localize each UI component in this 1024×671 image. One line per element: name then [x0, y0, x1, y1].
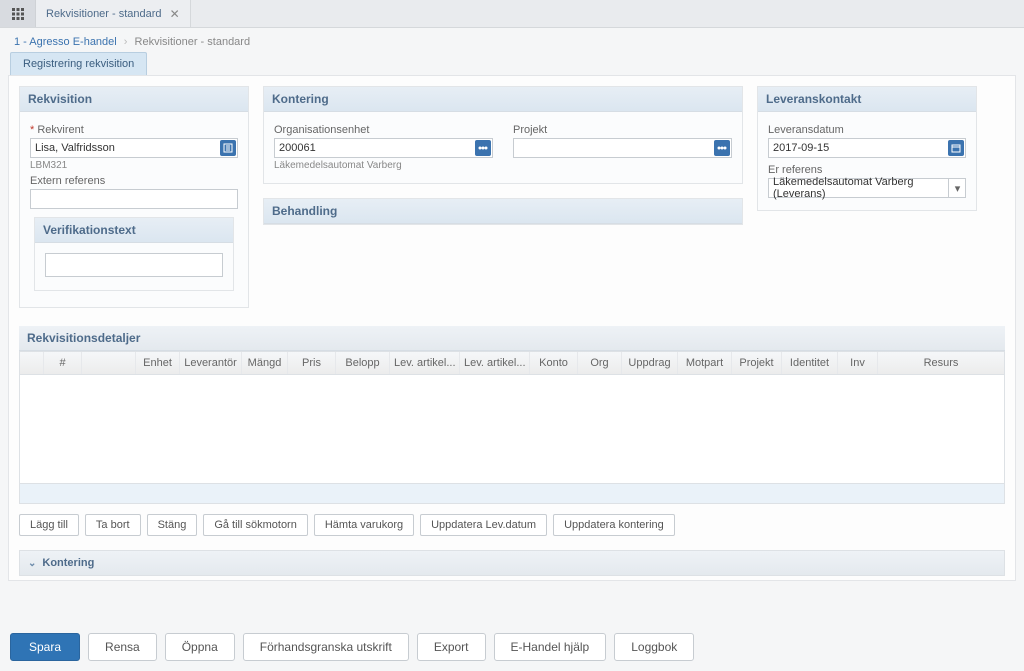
- panel-heading-kontering: Kontering: [264, 87, 742, 112]
- label-leveransdatum: Leveransdatum: [768, 124, 966, 136]
- app-menu-button[interactable]: [0, 0, 36, 27]
- row-actions: Lägg till Ta bort Stäng Gå till sökmotor…: [19, 514, 1005, 536]
- label-extern: Extern referens: [30, 175, 238, 187]
- close-button[interactable]: Stäng: [147, 514, 198, 536]
- col-resurs[interactable]: Resurs: [878, 352, 1004, 374]
- collapsible-kontering[interactable]: ⌄ Kontering: [19, 550, 1005, 576]
- col-konto[interactable]: Konto: [530, 352, 578, 374]
- open-button[interactable]: Öppna: [165, 633, 235, 661]
- chevron-down-icon: ⌄: [28, 558, 36, 569]
- column-middle: Kontering Organisationsenhet Läkemedels: [263, 86, 743, 225]
- help-button[interactable]: E-Handel hjälp: [494, 633, 607, 661]
- verif-textarea[interactable]: [45, 253, 223, 277]
- panel-leverans: Leveranskontakt Leveransdatum Er referen…: [757, 86, 977, 211]
- inner-tabs: Registrering rekvisition: [0, 52, 1024, 75]
- collapsible-label: Kontering: [42, 557, 94, 569]
- col-motpart[interactable]: Motpart: [678, 352, 732, 374]
- label-projekt: Projekt: [513, 124, 732, 136]
- cart-button[interactable]: Hämta varukorg: [314, 514, 414, 536]
- er-referens-select[interactable]: Läkemedelsautomat Varberg (Leverans): [768, 178, 966, 198]
- tab-registrering[interactable]: Registrering rekvisition: [10, 52, 147, 75]
- tab-rekvisitioner[interactable]: Rekvisitioner - standard ✕: [36, 0, 191, 27]
- panel-heading-details: Rekvisitionsdetaljer: [19, 326, 1005, 351]
- bottom-toolbar: Spara Rensa Öppna Förhandsgranska utskri…: [10, 633, 694, 661]
- col-projekt[interactable]: Projekt: [732, 352, 782, 374]
- col-identitet[interactable]: Identitet: [782, 352, 838, 374]
- grid-header: # Enhet Leverantör Mängd Pris Belopp Lev…: [20, 352, 1004, 375]
- add-button[interactable]: Lägg till: [19, 514, 79, 536]
- label-org: Organisationsenhet: [274, 124, 493, 136]
- panel-kontering: Kontering Organisationsenhet Läkemedels: [263, 86, 743, 184]
- panel-heading-verif: Verifikationstext: [35, 218, 233, 243]
- details-grid: # Enhet Leverantör Mängd Pris Belopp Lev…: [19, 351, 1005, 504]
- col-belopp[interactable]: Belopp: [336, 352, 390, 374]
- calendar-icon[interactable]: [948, 140, 964, 156]
- breadcrumb-sep: ›: [124, 36, 128, 48]
- col-mangd[interactable]: Mängd: [242, 352, 288, 374]
- lookup-icon[interactable]: [220, 140, 236, 156]
- leveransdatum-input[interactable]: [768, 138, 966, 158]
- panel-rekvisition: Rekvisition Rekvirent LBM321 Extern refe…: [19, 86, 249, 308]
- panel-heading-behandling: Behandling: [264, 199, 742, 224]
- grid-footer: [20, 483, 1004, 503]
- tab-title: Rekvisitioner - standard: [46, 8, 162, 20]
- panel-heading-rekvisition: Rekvisition: [20, 87, 248, 112]
- col-org[interactable]: Org: [578, 352, 622, 374]
- label-er-referens: Er referens: [768, 164, 966, 176]
- org-desc: Läkemedelsautomat Varberg: [274, 160, 493, 171]
- col-inv[interactable]: Inv: [838, 352, 878, 374]
- breadcrumb: 1 - Agresso E-handel › Rekvisitioner - s…: [0, 28, 1024, 52]
- panel-verifikationstext: Verifikationstext: [34, 217, 234, 291]
- org-input[interactable]: [274, 138, 493, 158]
- remove-button[interactable]: Ta bort: [85, 514, 141, 536]
- col-levart2[interactable]: Lev. artikel...: [460, 352, 530, 374]
- chevron-down-icon[interactable]: ▾: [948, 178, 966, 198]
- lookup-icon[interactable]: [714, 140, 730, 156]
- col-leverantor[interactable]: Leverantör: [180, 352, 242, 374]
- extern-input[interactable]: [30, 189, 238, 209]
- search-button[interactable]: Gå till sökmotorn: [203, 514, 308, 536]
- breadcrumb-current: Rekvisitioner - standard: [135, 36, 251, 48]
- col-enhet[interactable]: Enhet: [136, 352, 180, 374]
- panel-behandling: Behandling: [263, 198, 743, 225]
- rekvirent-code: LBM321: [30, 160, 238, 171]
- panel-heading-leverans: Leveranskontakt: [758, 87, 976, 112]
- breadcrumb-root[interactable]: 1 - Agresso E-handel: [14, 36, 117, 48]
- save-button[interactable]: Spara: [10, 633, 80, 661]
- update-kontering-button[interactable]: Uppdatera kontering: [553, 514, 675, 536]
- close-icon[interactable]: ✕: [170, 7, 180, 21]
- tab-strip: Rekvisitioner - standard ✕: [0, 0, 1024, 28]
- update-date-button[interactable]: Uppdatera Lev.datum: [420, 514, 547, 536]
- grid-body[interactable]: [20, 375, 1004, 483]
- col-pris[interactable]: Pris: [288, 352, 336, 374]
- col-num[interactable]: #: [44, 352, 82, 374]
- grid-icon: [11, 7, 25, 21]
- rekvirent-input[interactable]: [30, 138, 238, 158]
- preview-button[interactable]: Förhandsgranska utskrift: [243, 633, 409, 661]
- log-button[interactable]: Loggbok: [614, 633, 694, 661]
- projekt-input[interactable]: [513, 138, 732, 158]
- er-referens-value: Läkemedelsautomat Varberg (Leverans): [773, 176, 945, 200]
- export-button[interactable]: Export: [417, 633, 486, 661]
- col-blank[interactable]: [82, 352, 136, 374]
- lookup-icon[interactable]: [475, 140, 491, 156]
- grid-header-checkbox[interactable]: [20, 352, 44, 374]
- col-uppdrag[interactable]: Uppdrag: [622, 352, 678, 374]
- panel-details: Rekvisitionsdetaljer # Enhet Leverantör …: [19, 326, 1005, 576]
- col-levart1[interactable]: Lev. artikel...: [390, 352, 460, 374]
- label-rekvirent: Rekvirent: [30, 124, 238, 136]
- content-area: Rekvisition Rekvirent LBM321 Extern refe…: [8, 75, 1016, 581]
- clear-button[interactable]: Rensa: [88, 633, 157, 661]
